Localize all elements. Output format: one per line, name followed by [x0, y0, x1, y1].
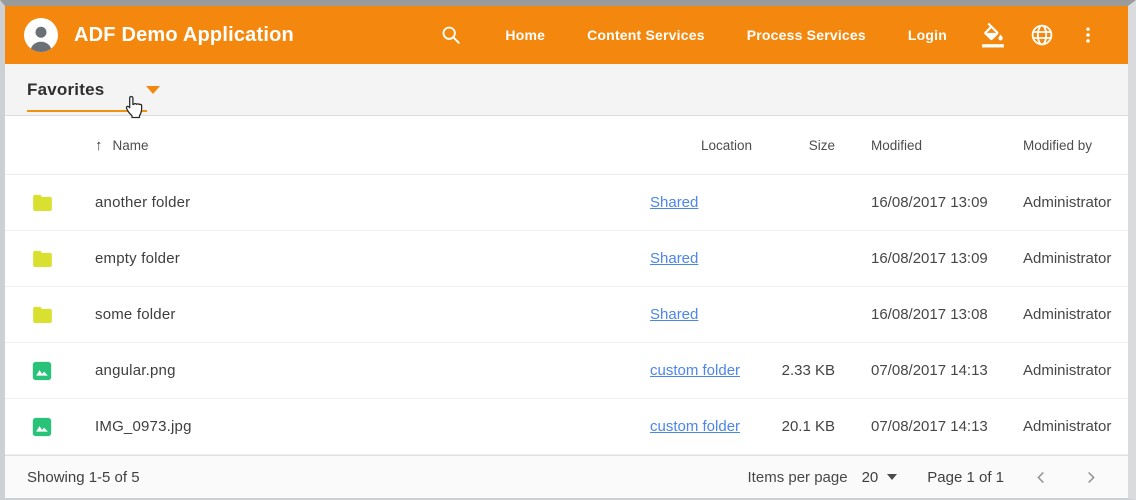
column-header-location[interactable]: Location — [650, 138, 780, 153]
view-dropdown[interactable]: Favorites — [27, 80, 160, 100]
more-vert-icon — [1078, 24, 1098, 46]
modified-date: 16/08/2017 13:08 — [835, 306, 1017, 323]
modified-date: 16/08/2017 13:09 — [835, 194, 1017, 211]
chevron-down-icon — [146, 86, 160, 94]
app-header: ADF Demo Application Home Content Servic… — [5, 6, 1128, 64]
folder-icon — [32, 306, 53, 323]
modified-by: Administrator — [1017, 250, 1110, 267]
next-page-button[interactable] — [1079, 466, 1102, 489]
column-header-name[interactable]: ↑ Name — [95, 137, 650, 154]
globe-icon — [1030, 23, 1054, 47]
previous-page-button[interactable] — [1030, 466, 1053, 489]
more-menu-button[interactable] — [1066, 16, 1110, 54]
search-icon — [440, 24, 462, 46]
page-indicator: Page 1 of 1 — [927, 469, 1004, 486]
modified-by: Administrator — [1017, 194, 1110, 211]
modified-by: Administrator — [1017, 306, 1110, 323]
location-link[interactable]: Shared — [650, 306, 698, 323]
row-type-icon-cell — [32, 361, 95, 381]
nav-content-services[interactable]: Content Services — [566, 17, 726, 53]
table-row[interactable]: angular.png custom folder 2.33 KB 07/08/… — [5, 343, 1128, 399]
table-header-row: ↑ Name Location Size Modified Modified b… — [5, 116, 1128, 175]
location-cell: custom folder — [650, 362, 780, 379]
location-link[interactable]: Shared — [650, 194, 698, 211]
modified-date: 07/08/2017 14:13 — [835, 362, 1017, 379]
view-toolbar: Favorites — [5, 64, 1128, 116]
file-name[interactable]: angular.png — [95, 362, 650, 379]
file-name[interactable]: some folder — [95, 306, 650, 323]
main-nav: Home Content Services Process Services L… — [484, 17, 968, 53]
image-file-icon — [32, 417, 52, 437]
items-per-page-label: Items per page — [748, 469, 848, 486]
view-dropdown-underline — [27, 110, 147, 112]
column-header-size[interactable]: Size — [780, 138, 835, 153]
row-type-icon-cell — [32, 417, 95, 437]
location-cell: Shared — [650, 250, 780, 267]
file-name[interactable]: empty folder — [95, 250, 650, 267]
cursor-pointer-icon — [123, 94, 145, 120]
app-title: ADF Demo Application — [74, 24, 294, 47]
chevron-right-icon — [1083, 470, 1098, 485]
location-cell: custom folder — [650, 418, 780, 435]
nav-home[interactable]: Home — [484, 17, 566, 53]
nav-login[interactable]: Login — [887, 17, 968, 53]
chevron-left-icon — [1034, 470, 1049, 485]
items-per-page-select[interactable]: 20 — [862, 469, 898, 486]
location-link[interactable]: custom folder — [650, 362, 740, 379]
person-icon — [26, 22, 56, 52]
table-body: another folder Shared 16/08/2017 13:09 A… — [5, 175, 1128, 455]
language-button[interactable] — [1018, 15, 1066, 55]
view-dropdown-label: Favorites — [27, 80, 104, 100]
chevron-down-icon — [887, 474, 897, 480]
file-size: 20.1 KB — [780, 418, 835, 435]
app-window: ADF Demo Application Home Content Servic… — [0, 0, 1136, 500]
modified-date: 07/08/2017 14:13 — [835, 418, 1017, 435]
table-row[interactable]: empty folder Shared 16/08/2017 13:09 Adm… — [5, 231, 1128, 287]
row-type-icon-cell — [32, 306, 95, 323]
column-header-modified-by[interactable]: Modified by — [1017, 138, 1110, 153]
modified-date: 16/08/2017 13:09 — [835, 250, 1017, 267]
file-name[interactable]: another folder — [95, 194, 650, 211]
paginator: Showing 1-5 of 5 Items per page 20 Page … — [5, 455, 1128, 498]
table-row[interactable]: some folder Shared 16/08/2017 13:08 Admi… — [5, 287, 1128, 343]
theme-picker-button[interactable] — [968, 14, 1018, 56]
folder-icon — [32, 250, 53, 267]
table-row[interactable]: IMG_0973.jpg custom folder 20.1 KB 07/08… — [5, 399, 1128, 455]
table-row[interactable]: another folder Shared 16/08/2017 13:09 A… — [5, 175, 1128, 231]
column-header-modified[interactable]: Modified — [835, 138, 1017, 153]
file-size: 2.33 KB — [780, 362, 835, 379]
showing-count: Showing 1-5 of 5 — [27, 469, 140, 486]
location-link[interactable]: custom folder — [650, 418, 740, 435]
modified-by: Administrator — [1017, 418, 1110, 435]
file-name[interactable]: IMG_0973.jpg — [95, 418, 650, 435]
paginator-controls: Items per page 20 Page 1 of 1 — [748, 466, 1102, 489]
items-per-page-value: 20 — [862, 469, 879, 486]
folder-icon — [32, 194, 53, 211]
format-color-fill-icon — [980, 22, 1006, 48]
avatar — [24, 18, 58, 52]
sort-ascending-icon: ↑ — [95, 137, 103, 154]
location-link[interactable]: Shared — [650, 250, 698, 267]
row-type-icon-cell — [32, 250, 95, 267]
location-cell: Shared — [650, 194, 780, 211]
nav-process-services[interactable]: Process Services — [726, 17, 887, 53]
location-cell: Shared — [650, 306, 780, 323]
search-button[interactable] — [428, 16, 474, 54]
image-file-icon — [32, 361, 52, 381]
modified-by: Administrator — [1017, 362, 1110, 379]
row-type-icon-cell — [32, 194, 95, 211]
column-header-name-label: Name — [113, 138, 149, 153]
